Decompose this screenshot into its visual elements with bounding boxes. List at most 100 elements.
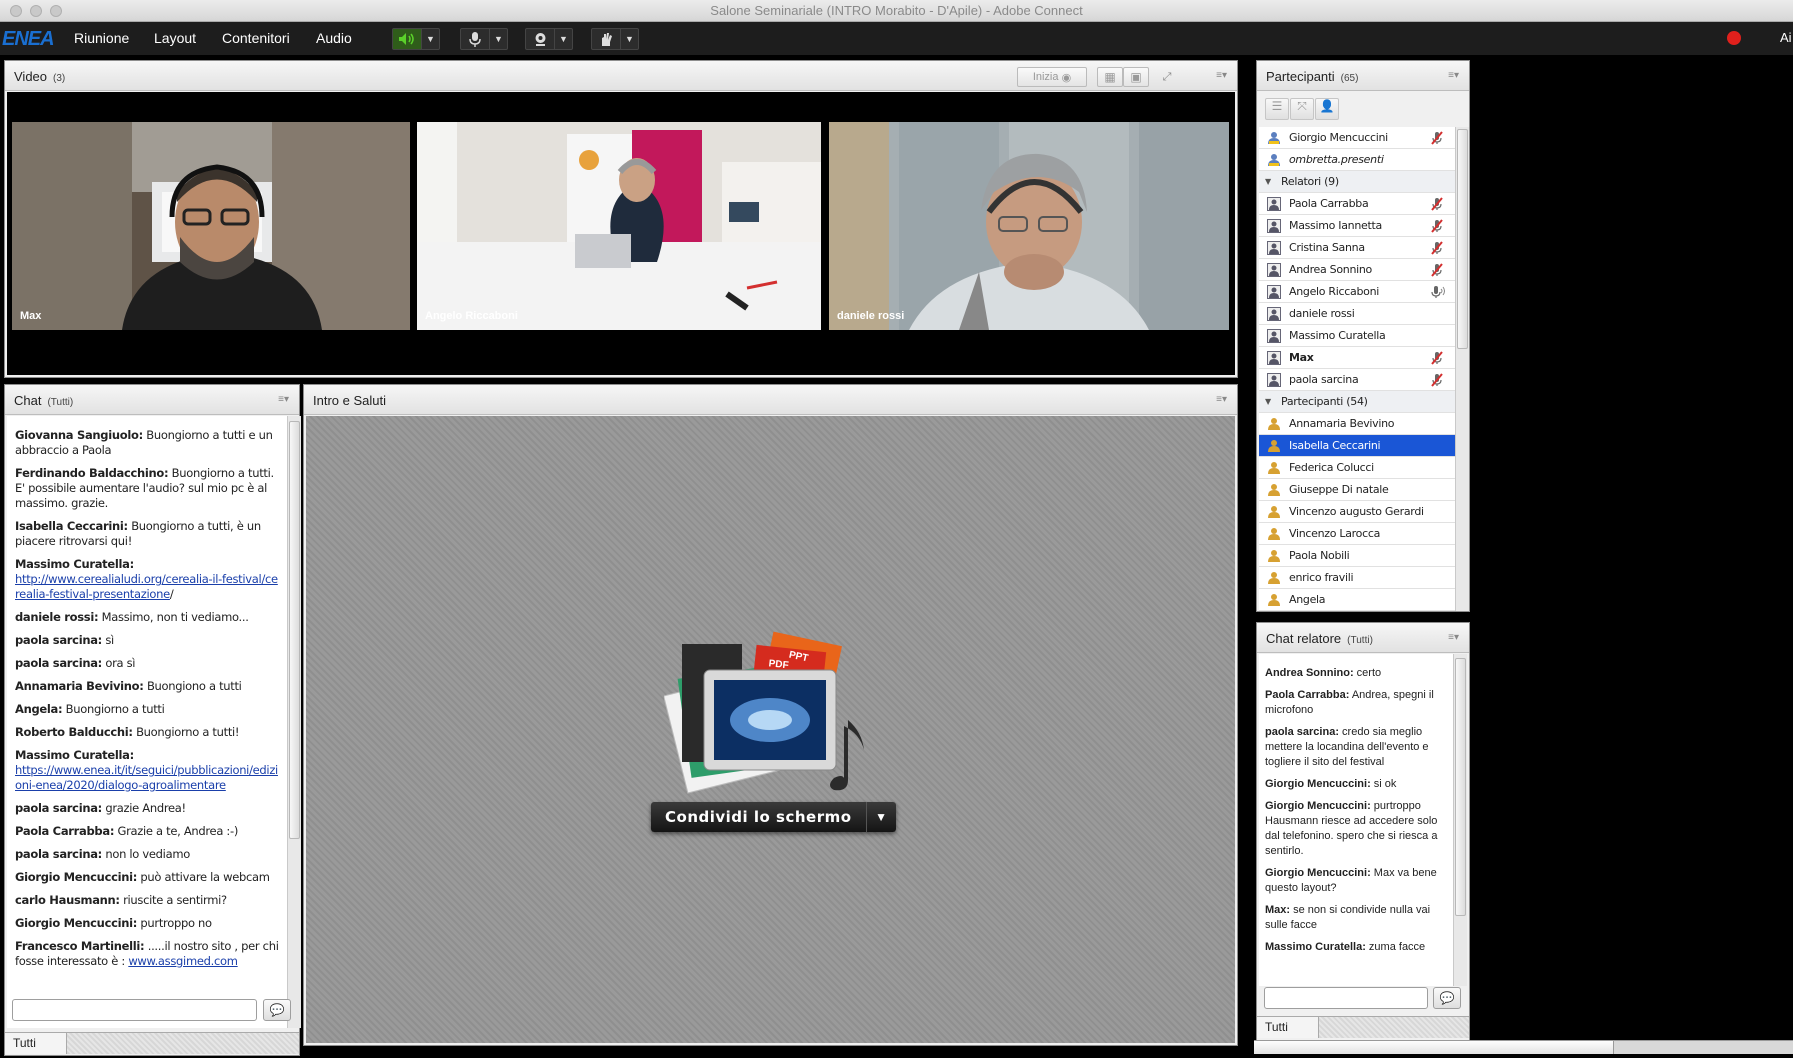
grid-view-button[interactable]: ▦ — [1097, 67, 1123, 87]
host-chat-message-text: certo — [1353, 667, 1382, 679]
participants-list[interactable]: Giorgio Mencuccini ombretta.presenti Relat… — [1259, 127, 1455, 611]
chat-message-link[interactable]: www.assgimed.com — [128, 954, 238, 968]
raise-hand-icon[interactable] — [592, 29, 620, 49]
webcam-icon[interactable] — [526, 29, 554, 49]
participant-group-header[interactable]: Partecipanti (54) — [1259, 391, 1455, 413]
share-options-chevron-icon[interactable]: ▼ — [865, 802, 896, 832]
host-chat-scrollbar-thumb[interactable] — [1455, 658, 1466, 916]
host-chat-tab-tutti[interactable]: Tutti — [1257, 1017, 1319, 1038]
share-pod-menu-icon[interactable]: ≡▾ — [1216, 394, 1227, 405]
participant-row[interactable]: Vincenzo Larocca — [1259, 523, 1455, 545]
grid-view-icon: ▦ — [1104, 70, 1116, 84]
host-chat-message-text: se non si condivide nulla vai sulle facc… — [1265, 904, 1431, 931]
chat-message-author: Giovanna Sangiuolo: — [15, 428, 143, 442]
chat-message-author: Roberto Balducchi: — [15, 725, 133, 739]
video-tile-angelo-riccaboni[interactable]: Angelo Riccaboni — [417, 122, 821, 330]
menu-layout[interactable]: Layout — [154, 30, 196, 46]
menubar-edge-text: Ai — [1780, 30, 1792, 45]
participant-row[interactable]: daniele rossi — [1259, 303, 1455, 325]
host-chat-message-author: paola sarcina: — [1265, 726, 1339, 738]
chat-pod-menu-icon[interactable]: ≡▾ — [278, 394, 289, 405]
participant-row[interactable]: Massimo Iannetta — [1259, 215, 1455, 237]
status-dropdown-chevron-icon[interactable]: ▼ — [620, 29, 638, 49]
participants-scrollbar-thumb[interactable] — [1457, 129, 1468, 349]
participant-row[interactable]: Cristina Sanna — [1259, 237, 1455, 259]
participant-name: Federica Colucci — [1289, 461, 1374, 474]
participant-row[interactable]: Andrea Sonnino — [1259, 259, 1455, 281]
video-feed-angelo-riccaboni — [417, 122, 821, 330]
single-view-button[interactable]: ▣ — [1123, 67, 1149, 87]
presenter-role-icon — [1267, 307, 1281, 321]
participant-row[interactable]: Giuseppe Di natale — [1259, 479, 1455, 501]
participant-row[interactable]: Isabella Ceccarini — [1259, 435, 1455, 457]
presenter-role-icon — [1267, 219, 1281, 233]
microphone-toggle[interactable]: ▼ — [460, 28, 508, 50]
menu-audio[interactable]: Audio — [316, 30, 352, 46]
host-role-icon — [1267, 131, 1281, 145]
horizontal-scrollbar-thumb[interactable] — [1254, 1041, 1614, 1054]
webcam-dropdown-chevron-icon[interactable]: ▼ — [554, 29, 572, 49]
participant-group-header[interactable]: Relatori (9) — [1259, 171, 1455, 193]
participant-row[interactable]: enrico fravili — [1259, 567, 1455, 589]
participants-pod-menu-icon[interactable]: ≡▾ — [1448, 70, 1459, 81]
participant-row[interactable]: Vincenzo augusto Gerardi — [1259, 501, 1455, 523]
participants-scrollbar[interactable] — [1455, 127, 1469, 611]
start-webcam-button[interactable]: Inizia ◉ — [1017, 67, 1087, 87]
participant-row[interactable]: Annamaria Bevivino — [1259, 413, 1455, 435]
fullscreen-button[interactable]: ⤢ — [1155, 67, 1179, 87]
participant-row[interactable]: Angelo Riccaboni — [1259, 281, 1455, 303]
chat-message-author: Annamaria Bevivino: — [15, 679, 144, 693]
host-chat-message-author: Giorgio Mencuccini: — [1265, 867, 1371, 879]
attendee-view-button[interactable]: 👤 — [1315, 98, 1339, 120]
participant-row[interactable]: Massimo Curatella — [1259, 325, 1455, 347]
host-chat-send-button[interactable]: 💬 — [1433, 987, 1461, 1009]
chat-message-text: purtroppo no — [137, 916, 212, 930]
speaker-dropdown-chevron-icon[interactable]: ▼ — [421, 29, 439, 49]
raise-hand-status[interactable]: ▼ — [591, 28, 639, 50]
chat-message: Francesco Martinelli: .....il nostro sit… — [15, 939, 279, 969]
chat-scrollbar[interactable] — [287, 416, 301, 1028]
participant-row[interactable]: Giorgio Mencuccini — [1259, 127, 1455, 149]
recording-indicator-icon[interactable] — [1727, 31, 1741, 45]
participant-name: daniele rossi — [1289, 307, 1355, 320]
video-tile-max[interactable]: Max — [12, 122, 410, 330]
chat-message-input[interactable] — [12, 999, 257, 1021]
video-tile-name: Angelo Riccaboni — [425, 310, 518, 322]
share-screen-label[interactable]: Condividi lo schermo — [651, 802, 866, 832]
participant-row[interactable]: Angela — [1259, 589, 1455, 611]
chat-tab-tutti[interactable]: Tutti — [5, 1033, 67, 1054]
host-chat-message-list[interactable]: Andrea Sonnino: certo Paola Carrabba: And… — [1259, 654, 1453, 986]
microphone-dropdown-chevron-icon[interactable]: ▼ — [489, 29, 507, 49]
share-screen-button[interactable]: Condividi lo schermo ▼ — [651, 802, 896, 832]
chat-message-author: Paola Carrabba: — [15, 824, 115, 838]
speaker-toggle[interactable]: ▼ — [392, 28, 440, 50]
list-view-button[interactable]: ☰ — [1265, 98, 1289, 120]
menu-contenitori[interactable]: Contenitori — [222, 30, 290, 46]
chat-message: Giorgio Mencuccini: può attivare la webc… — [15, 870, 279, 885]
participant-row[interactable]: Paola Carrabba — [1259, 193, 1455, 215]
participant-role-icon — [1267, 593, 1281, 607]
menu-riunione[interactable]: Riunione — [74, 30, 129, 46]
chat-message-link[interactable]: https://www.enea.it/it/seguici/pubblicaz… — [15, 763, 278, 792]
video-tile-daniele-rossi[interactable]: daniele rossi — [829, 122, 1229, 330]
host-chat-message-input[interactable] — [1264, 987, 1428, 1009]
participant-row[interactable]: Max — [1259, 347, 1455, 369]
chat-message-link[interactable]: http://www.cerealialudi.org/cerealia-il-… — [15, 572, 278, 601]
webcam-toggle[interactable]: ▼ — [525, 28, 573, 50]
chat-scrollbar-thumb[interactable] — [289, 421, 300, 839]
microphone-icon[interactable] — [461, 29, 489, 49]
participant-row[interactable]: paola sarcina — [1259, 369, 1455, 391]
chat-message-list[interactable]: Giovanna Sangiuolo: Buongiorno a tutti e… — [7, 416, 287, 1028]
speaker-icon[interactable] — [393, 29, 421, 49]
host-chat-scope: (Tutti) — [1347, 635, 1373, 646]
participant-row[interactable]: Paola Nobili — [1259, 545, 1455, 567]
participant-row[interactable]: Federica Colucci — [1259, 457, 1455, 479]
chat-send-button[interactable]: 💬 — [263, 999, 291, 1021]
host-chat-scrollbar[interactable] — [1453, 654, 1467, 986]
host-chat-pod-menu-icon[interactable]: ≡▾ — [1448, 632, 1459, 643]
host-chat-tab-bar: Tutti — [1257, 1016, 1469, 1038]
participant-row[interactable]: ombretta.presenti — [1259, 149, 1455, 171]
video-pod-menu-icon[interactable]: ≡▾ — [1216, 70, 1227, 81]
breakout-view-button[interactable]: ⤧ — [1290, 98, 1314, 120]
horizontal-scrollbar[interactable] — [1254, 1040, 1793, 1054]
